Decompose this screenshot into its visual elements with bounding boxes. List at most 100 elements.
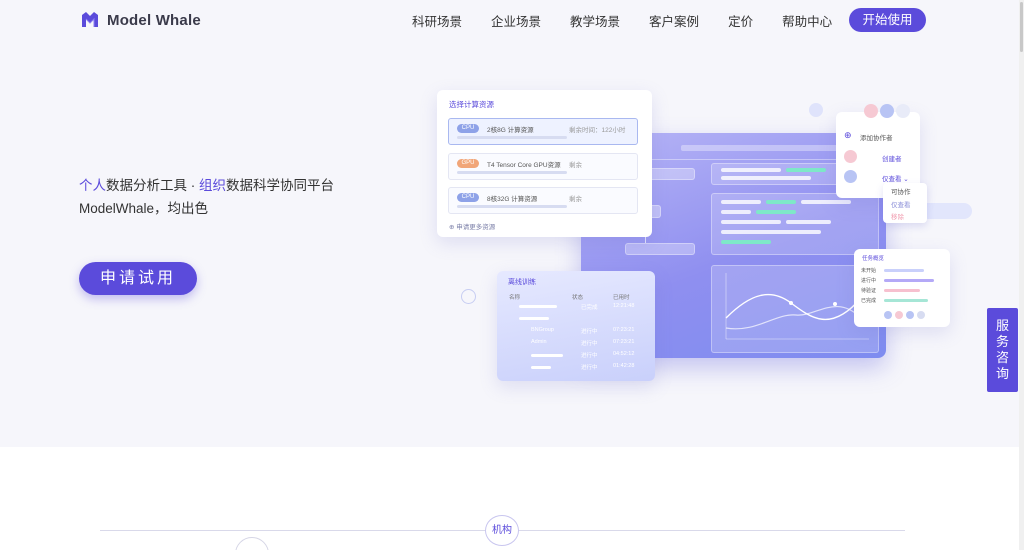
nav-item-research[interactable]: 科研场景 <box>412 11 462 30</box>
nav-item-pricing[interactable]: 定价 <box>728 11 753 30</box>
row-name-bar <box>531 354 563 357</box>
top-nav-bar: Model Whale 科研场景 企业场景 教学场景 客户案例 定价 帮助中心 … <box>0 0 1019 40</box>
row-status: 进行中 <box>581 329 598 335</box>
avatar <box>884 311 892 319</box>
scrollbar-thumb[interactable] <box>1020 2 1023 52</box>
row-status: 进行中 <box>581 365 598 371</box>
col-header-status: 状态 <box>572 295 584 301</box>
code-line <box>786 220 831 224</box>
nav-item-enterprise[interactable]: 企业场景 <box>491 11 541 30</box>
service-char: 务 <box>995 334 1009 349</box>
line-chart-graphic <box>725 273 869 340</box>
task-card-title: 任务概览 <box>862 256 885 262</box>
start-using-button[interactable]: 开始使用 <box>849 8 926 32</box>
request-more-label: 申请更多资源 <box>456 224 496 231</box>
row-time: 12:21:48 <box>613 303 635 309</box>
row-time: 04:52:12 <box>613 351 635 357</box>
code-line <box>766 200 796 204</box>
offline-training-card: 离线训练 名称 状态 已用时 已完成 12:21:48 BNGroup 进行中 … <box>497 271 655 381</box>
resource-bar <box>457 136 567 139</box>
resource-name: 8核32G 计算资源 <box>487 196 538 203</box>
task-label: 未开始 <box>861 268 877 274</box>
task-label: 待验证 <box>861 288 877 294</box>
whale-logo-icon <box>82 12 98 27</box>
resource-remaining: 剩余 <box>569 162 582 169</box>
task-bar <box>884 279 934 282</box>
row-status: 已完成 <box>581 305 598 311</box>
avatar <box>896 104 910 118</box>
code-line <box>721 210 751 214</box>
code-line <box>721 230 821 234</box>
compute-resource-card: 选择计算资源 CPU 2核8G 计算资源 剩余时间：122小时 GPU T4 T… <box>437 90 652 237</box>
main-nav: 科研场景 企业场景 教学场景 客户案例 定价 帮助中心 <box>412 11 861 30</box>
resource-bar <box>457 205 567 208</box>
avatar-group <box>864 104 910 118</box>
task-bar <box>884 289 920 292</box>
training-card-title: 离线训练 <box>508 279 536 286</box>
tagline-part: 数据科学协同平台 <box>226 178 334 193</box>
avatar <box>880 104 894 118</box>
search-strip <box>681 145 841 151</box>
row-time: 07:23:21 <box>613 327 635 333</box>
hero-subline: ModelWhale，均出色 <box>79 201 209 216</box>
col-header-time: 已用时 <box>613 295 630 301</box>
row-time: 07:23:21 <box>613 339 635 345</box>
resource-card-title: 选择计算资源 <box>449 100 494 109</box>
avatar <box>864 104 878 118</box>
brand-logo[interactable]: Model Whale <box>79 9 201 31</box>
row-status: 进行中 <box>581 353 598 359</box>
code-line <box>786 168 826 172</box>
nav-item-cases[interactable]: 客户案例 <box>649 11 699 30</box>
task-label: 进行中 <box>861 278 877 284</box>
avatar <box>844 150 857 163</box>
perm-option-remove[interactable]: 移除 <box>891 211 904 221</box>
resource-option[interactable]: CPU 2核8G 计算资源 剩余时间：122小时 <box>448 118 638 145</box>
perm-option-view-only[interactable]: 仅查看 <box>891 199 911 209</box>
task-label: 已完成 <box>861 298 877 304</box>
cpu-chip: CPU <box>457 124 479 133</box>
resource-option[interactable]: GPU T4 Tensor Core GPU资源 剩余 <box>448 153 638 180</box>
avatar <box>844 170 857 183</box>
resource-bar <box>457 171 567 174</box>
cpu-chip: CPU <box>457 193 479 202</box>
brand-name: Model Whale <box>107 11 201 29</box>
resource-name: T4 Tensor Core GPU资源 <box>487 162 561 169</box>
deco-circle <box>809 103 823 117</box>
deco-circle <box>461 289 476 304</box>
apply-trial-button[interactable]: 申请试用 <box>79 262 197 295</box>
resource-remaining: 剩余时间：122小时 <box>569 127 626 134</box>
service-consult-button[interactable]: 服 务 咨 询 <box>987 308 1018 392</box>
page-scrollbar[interactable] <box>1019 0 1024 550</box>
row-name-bar <box>519 317 549 320</box>
tagline-personal: 个人 <box>79 178 106 193</box>
perm-option-collaborate[interactable]: 可协作 <box>891 186 911 196</box>
flow-node <box>625 243 695 255</box>
viewer-role-dropdown[interactable]: 仅查看 ⌄ <box>882 173 909 183</box>
nav-item-teaching[interactable]: 教学场景 <box>570 11 620 30</box>
org-tab[interactable]: 机构 <box>485 515 519 546</box>
code-line <box>721 240 771 244</box>
avatar-row <box>884 311 925 319</box>
tagline-org: 组织 <box>199 178 226 193</box>
avatar <box>906 311 914 319</box>
resource-remaining: 剩余 <box>569 196 582 203</box>
avatar <box>895 311 903 319</box>
service-char: 服 <box>995 318 1009 333</box>
row-name-bar <box>519 305 557 308</box>
resource-option[interactable]: CPU 8核32G 计算资源 剩余 <box>448 187 638 214</box>
org-logo-circle <box>235 537 269 550</box>
nav-item-help[interactable]: 帮助中心 <box>782 11 832 30</box>
add-collaborator-icon[interactable]: ⊕ <box>844 130 852 141</box>
permission-menu: 可协作 仅查看 移除 <box>883 183 927 223</box>
row-name: BNGroup <box>531 327 554 333</box>
col-header-name: 名称 <box>509 295 521 301</box>
add-collaborator-label[interactable]: 添加协作者 <box>860 132 893 142</box>
row-name-bar <box>531 366 551 369</box>
gpu-chip: GPU <box>457 159 479 168</box>
task-overview-card: 任务概览 未开始 进行中 待验证 已完成 <box>854 249 950 327</box>
creator-role: 创建者 <box>882 156 902 163</box>
code-line <box>801 200 851 204</box>
service-char: 咨 <box>995 350 1009 365</box>
row-status: 进行中 <box>581 341 598 347</box>
request-more-resources-link[interactable]: ⊕ 申请更多资源 <box>449 221 495 231</box>
